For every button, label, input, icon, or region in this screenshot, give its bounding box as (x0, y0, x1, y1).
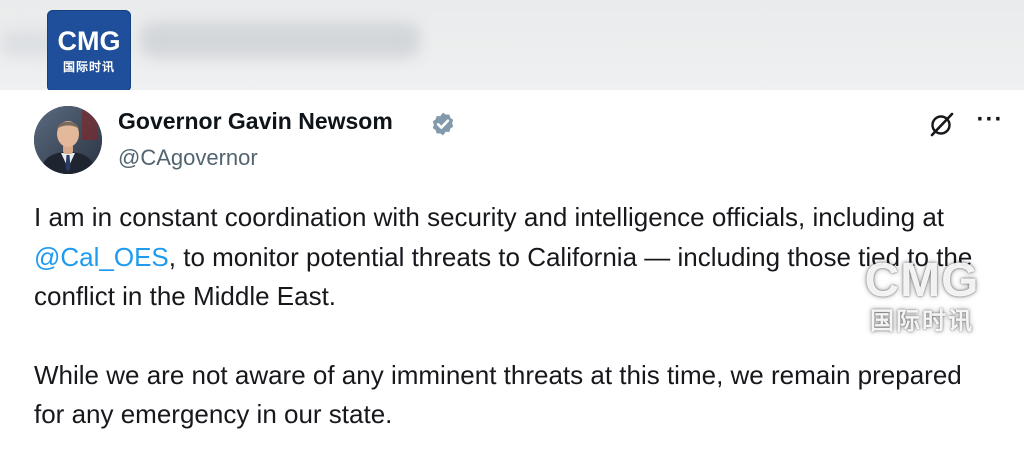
tweet-text-segment: I am in constant coordination with secur… (34, 202, 945, 232)
author-handle[interactable]: @CAgovernor (118, 145, 258, 171)
mention-link-cal-oes[interactable]: @Cal_OES (34, 242, 169, 272)
cmg-logo-letters: CMG (57, 26, 121, 56)
cmg-logo: CMG 国际时讯 (47, 10, 131, 92)
grok-icon[interactable] (928, 110, 956, 138)
cmg-logo-subtitle: 国际时讯 (62, 60, 115, 74)
tweet-paragraph: I am in constant coordination with secur… (34, 198, 994, 317)
avatar-portrait-image (34, 106, 102, 174)
blurred-header-strip (0, 0, 1024, 90)
more-options-icon[interactable]: ··· (972, 108, 1008, 138)
tweet-paragraph: While we are not aware of any imminent t… (34, 359, 962, 430)
tweet-text: I am in constant coordination with secur… (34, 198, 994, 435)
blurred-region (140, 22, 420, 58)
tweet-card: Governor Gavin Newsom @CAgovernor ··· I … (0, 90, 1024, 466)
avatar[interactable] (34, 106, 102, 174)
tweet-text-segment: , to monitor potential threats to Califo… (34, 241, 973, 312)
verified-badge-icon (432, 112, 454, 136)
author-display-name[interactable]: Governor Gavin Newsom (118, 108, 393, 135)
